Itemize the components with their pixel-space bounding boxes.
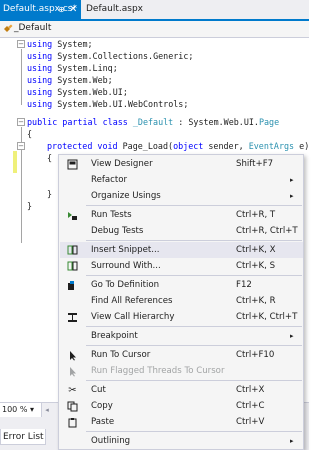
menu-item-view-call-hierarchy[interactable]: View Call Hierarchy Ctrl+K, Ctrl+T: [60, 309, 303, 325]
tab-error-list[interactable]: Error List: [0, 429, 46, 445]
paste-icon: [67, 417, 78, 428]
chevron-down-icon: ▾: [29, 405, 34, 414]
code-line: using System.Web;: [27, 75, 113, 85]
submenu-arrow-icon: ▸: [290, 192, 294, 200]
menu-item-organize-usings[interactable]: Organize Usings ▸: [60, 188, 303, 204]
zoom-value: 100 %: [2, 405, 28, 414]
menu-item-debug-tests[interactable]: Debug Tests Ctrl+R, Ctrl+T: [60, 223, 303, 239]
go-to-definition-icon: [67, 280, 78, 291]
document-tab-strip: Default.aspx.cs* ⊕ ✕ Default.aspx: [0, 0, 309, 21]
menu-item-insert-snippet[interactable]: Insert Snippet... Ctrl+K, X: [60, 242, 303, 258]
code-line: {: [47, 153, 53, 163]
code-line: protected void Page_Load(object sender, …: [47, 141, 310, 151]
menu-separator: [86, 326, 302, 327]
menu-item-paste[interactable]: Paste Ctrl+V: [60, 414, 303, 430]
nav-type-label: _Default: [14, 23, 52, 33]
code-line: using System.Collections.Generic;: [27, 51, 194, 61]
menu-separator: [86, 431, 302, 432]
submenu-arrow-icon: ▸: [290, 437, 294, 445]
insert-snippet-icon: [67, 245, 78, 256]
code-line: using System;: [27, 39, 93, 49]
tab-label: Default.aspx: [86, 4, 143, 14]
menu-item-breakpoint[interactable]: Breakpoint ▸: [60, 328, 303, 344]
fold-guide: [21, 49, 22, 105]
code-line: }: [27, 201, 33, 211]
surround-with-icon: [67, 261, 78, 272]
menu-item-run-tests[interactable]: Run Tests Ctrl+R, T: [60, 207, 303, 223]
fold-toggle-method[interactable]: −: [17, 142, 25, 150]
code-line: }: [47, 189, 53, 199]
menu-separator: [86, 275, 302, 276]
menu-item-refactor[interactable]: Refactor ▸: [60, 172, 303, 188]
run-to-cursor-icon: [67, 350, 78, 361]
code-line: using System.Web.UI.WebControls;: [27, 99, 189, 109]
call-hierarchy-icon: [67, 312, 78, 323]
menu-item-run-flagged-threads[interactable]: Run Flagged Threads To Cursor: [60, 363, 303, 379]
menu-item-view-designer[interactable]: View Designer Shift+F7: [60, 156, 303, 172]
copy-icon: [67, 401, 78, 412]
fold-toggle-class[interactable]: −: [17, 118, 25, 126]
run-flagged-threads-icon: [67, 366, 78, 377]
pin-icon[interactable]: ⊕: [58, 0, 65, 19]
tab-default-aspx-cs[interactable]: Default.aspx.cs* ⊕ ✕: [0, 0, 81, 19]
designer-icon: [67, 159, 78, 170]
submenu-arrow-icon: ▸: [290, 176, 294, 184]
fold-toggle-usings[interactable]: −: [17, 40, 25, 48]
close-icon[interactable]: ✕: [69, 0, 77, 19]
menu-item-go-to-definition[interactable]: Go To Definition F12: [60, 277, 303, 293]
code-line: using System.Linq;: [27, 63, 118, 73]
menu-separator: [86, 345, 302, 346]
menu-item-surround-with[interactable]: Surround With... Ctrl+K, S: [60, 258, 303, 274]
class-icon: [4, 24, 13, 32]
menu-item-copy[interactable]: Copy Ctrl+C: [60, 398, 303, 414]
menu-item-run-to-cursor[interactable]: Run To Cursor Ctrl+F10: [60, 347, 303, 363]
zoom-dropdown[interactable]: 100 % ▾: [0, 403, 42, 417]
code-line: {: [27, 129, 33, 139]
scroll-left-icon[interactable]: ◂: [42, 403, 52, 417]
tab-label: Default.aspx.cs*: [3, 4, 77, 14]
change-indicator: [13, 151, 17, 173]
run-tests-icon: [67, 210, 78, 221]
menu-separator: [86, 240, 302, 241]
menu-separator: [86, 205, 302, 206]
code-line: public partial class _Default : System.W…: [27, 117, 280, 127]
menu-item-outlining[interactable]: Outlining ▸: [60, 433, 303, 449]
code-line: using System.Web.UI;: [27, 87, 128, 97]
menu-item-cut[interactable]: ✂ Cut Ctrl+X: [60, 382, 303, 398]
menu-separator: [86, 380, 302, 381]
menu-item-find-all-references[interactable]: Find All References Ctrl+K, R: [60, 293, 303, 309]
tab-default-aspx[interactable]: Default.aspx: [83, 0, 163, 19]
context-menu: View Designer Shift+F7 Refactor ▸ Organi…: [58, 154, 304, 450]
navigation-bar[interactable]: _Default: [0, 21, 309, 38]
submenu-arrow-icon: ▸: [290, 332, 294, 340]
cut-icon: ✂: [68, 385, 77, 396]
